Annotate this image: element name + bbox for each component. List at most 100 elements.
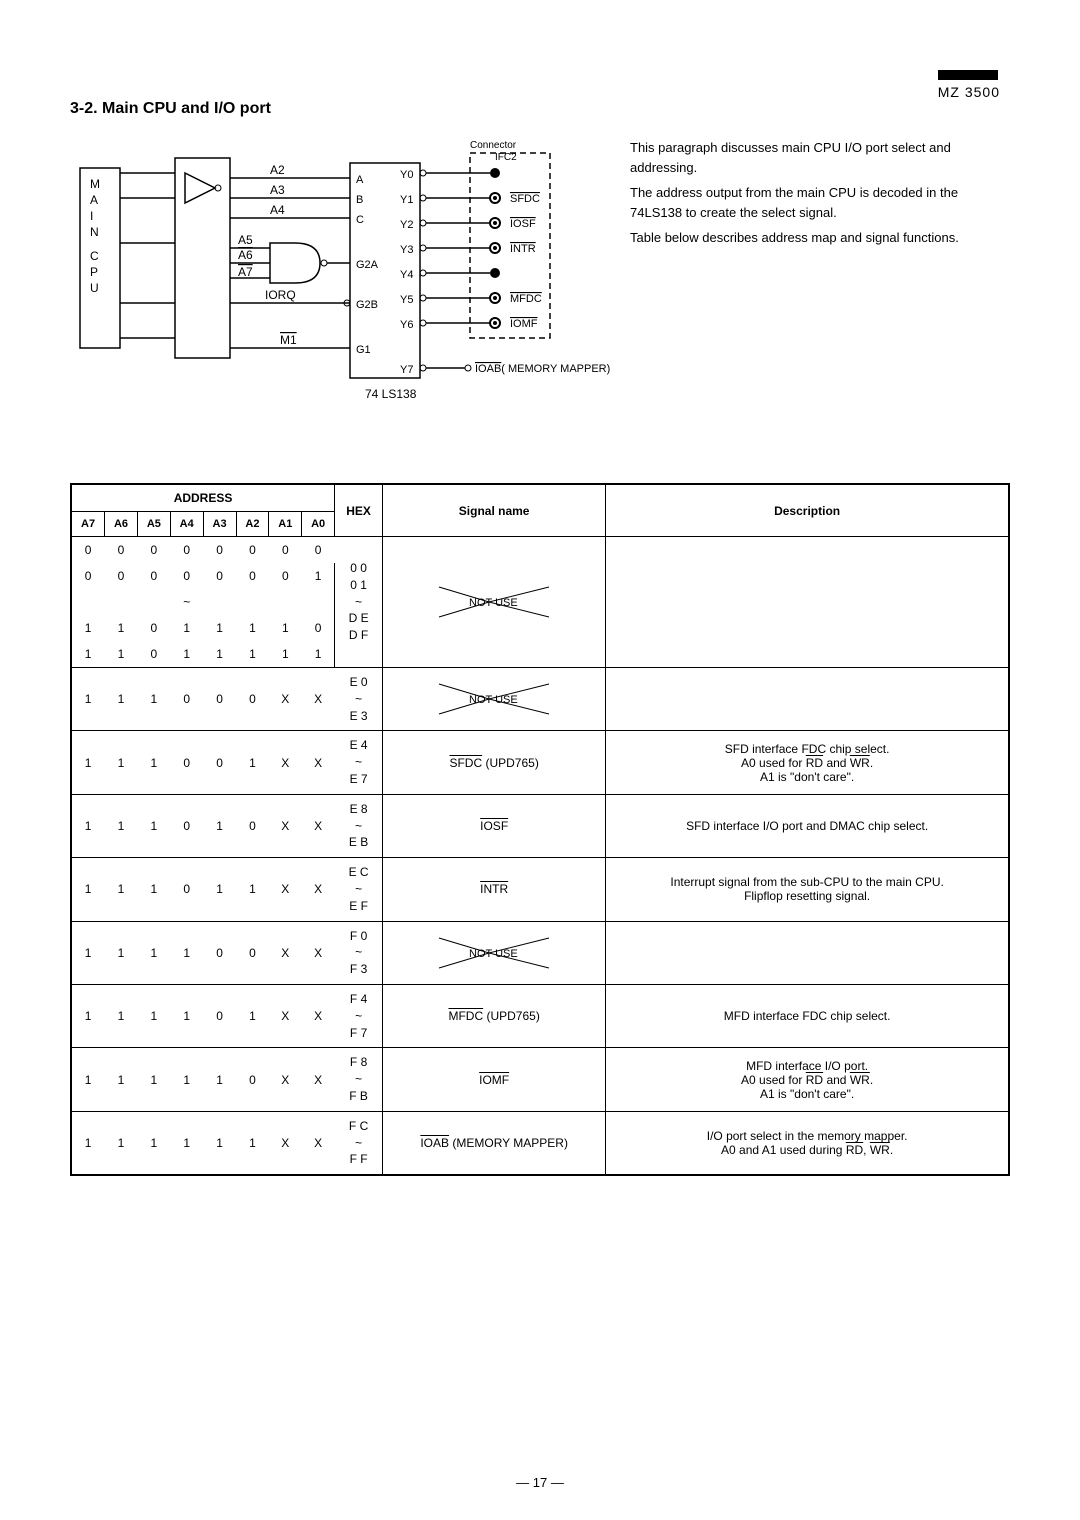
addr-bit: 1: [170, 921, 203, 984]
diagram-section: M A I N C P U A2 A3 A4: [70, 138, 1010, 443]
th-addr-bit: A7: [71, 512, 105, 537]
addr-bit: 0: [105, 563, 138, 589]
addr-bit: 0: [203, 984, 236, 1047]
addr-bit: 0: [137, 563, 170, 589]
addr-bit: 0: [137, 615, 170, 641]
block-diagram: M A I N C P U A2 A3 A4: [70, 138, 610, 443]
svg-text:C: C: [356, 214, 364, 226]
desc-cell: SFD interface I/O port and DMAC chip sel…: [606, 794, 1009, 857]
svg-text:SFDC: SFDC: [510, 193, 540, 205]
addr-bit: 1: [71, 921, 105, 984]
th-addr-bit: A0: [302, 512, 335, 537]
svg-text:Y5: Y5: [400, 294, 413, 306]
svg-text:NOT USE: NOT USE: [469, 948, 518, 960]
addr-bit: 0: [170, 858, 203, 921]
addr-bit: 1: [105, 794, 138, 857]
addr-bit: X: [269, 858, 302, 921]
addr-bit: 1: [236, 615, 269, 641]
brand-bar: [938, 70, 998, 80]
signal-cell: NOT USE: [383, 668, 606, 731]
svg-text:A5: A5: [238, 233, 253, 247]
svg-text:IFC2: IFC2: [495, 152, 517, 163]
svg-text:G2A: G2A: [356, 259, 379, 271]
addr-bit: [236, 589, 269, 615]
svg-text:Connector: Connector: [470, 140, 517, 151]
para-3: Table below describes address map and si…: [630, 228, 1010, 248]
addr-bit: 1: [137, 984, 170, 1047]
svg-text:Y1: Y1: [400, 194, 413, 206]
addr-bit: 0: [203, 668, 236, 731]
addr-bit: 1: [71, 858, 105, 921]
svg-text:NOT USE: NOT USE: [469, 597, 518, 609]
addr-bit: 1: [71, 731, 105, 794]
svg-text:74 LS138: 74 LS138: [365, 387, 417, 401]
addr-bit: 0: [236, 1048, 269, 1111]
addr-bit: 1: [71, 1111, 105, 1175]
addr-bit: X: [302, 1048, 335, 1111]
addr-bit: X: [302, 1111, 335, 1175]
th-desc: Description: [606, 484, 1009, 537]
addr-bit: 1: [203, 858, 236, 921]
addr-bit: X: [269, 668, 302, 731]
address-map-table: ADDRESS HEX Signal name Description A7A6…: [70, 483, 1010, 1176]
addr-bit: 0: [105, 537, 138, 564]
addr-bit: 1: [137, 794, 170, 857]
th-addr-bit: A4: [170, 512, 203, 537]
svg-text:Y2: Y2: [400, 219, 413, 231]
para-2: The address output from the main CPU is …: [630, 183, 1010, 222]
svg-text:B: B: [356, 194, 363, 206]
signal-cell: IOSF: [383, 794, 606, 857]
th-hex: HEX: [335, 484, 383, 537]
hex-cell: E 4~E 7: [335, 731, 383, 794]
hex-cell: F C~F F: [335, 1111, 383, 1175]
addr-bit: 1: [269, 615, 302, 641]
th-address: ADDRESS: [71, 484, 335, 512]
description-paragraph: This paragraph discusses main CPU I/O po…: [630, 138, 1010, 443]
addr-bit: X: [269, 731, 302, 794]
brand-text: MZ 3500: [938, 84, 1000, 100]
addr-bit: 0: [170, 668, 203, 731]
addr-bit: 1: [170, 641, 203, 668]
addr-bit: X: [269, 1111, 302, 1175]
addr-bit: 1: [302, 563, 335, 589]
svg-text:A7: A7: [238, 265, 253, 279]
addr-bit: 1: [105, 641, 138, 668]
hex-cell: F 4~F 7: [335, 984, 383, 1047]
svg-text:G2B: G2B: [356, 299, 378, 311]
addr-bit: 1: [71, 615, 105, 641]
desc-cell: MFD interface FDC chip select.: [606, 984, 1009, 1047]
svg-text:A2: A2: [270, 163, 285, 177]
svg-text:IOMF: IOMF: [510, 318, 538, 330]
signal-cell: NOT USE: [383, 537, 606, 668]
addr-bit: 1: [71, 641, 105, 668]
hex-cell: E C~E F: [335, 858, 383, 921]
addr-bit: X: [269, 1048, 302, 1111]
addr-bit: 0: [71, 537, 105, 564]
svg-text:G1: G1: [356, 344, 371, 356]
svg-text:A: A: [356, 174, 364, 186]
addr-bit: [105, 589, 138, 615]
page-number: — 17 —: [516, 1475, 564, 1490]
addr-bit: X: [269, 794, 302, 857]
addr-bit: 0: [302, 615, 335, 641]
hex-cell: E 8~E B: [335, 794, 383, 857]
addr-bit: 0: [170, 537, 203, 564]
svg-text:Y0: Y0: [400, 169, 413, 181]
desc-cell: MFD interface I/O port.A0 used for RD an…: [606, 1048, 1009, 1111]
svg-text:IOSF: IOSF: [510, 218, 536, 230]
addr-bit: 1: [137, 1048, 170, 1111]
addr-bit: 1: [105, 921, 138, 984]
svg-text:NOT USE: NOT USE: [469, 694, 518, 706]
svg-text:Y3: Y3: [400, 244, 413, 256]
addr-bit: X: [269, 921, 302, 984]
addr-bit: 1: [71, 984, 105, 1047]
addr-bit: 1: [236, 641, 269, 668]
addr-bit: 0: [236, 921, 269, 984]
addr-bit: X: [302, 731, 335, 794]
addr-bit: 0: [137, 537, 170, 564]
svg-text:INTR: INTR: [510, 243, 536, 255]
addr-bit: 0: [269, 563, 302, 589]
addr-bit: 1: [302, 641, 335, 668]
addr-bit: 1: [71, 1048, 105, 1111]
addr-bit: 0: [137, 641, 170, 668]
